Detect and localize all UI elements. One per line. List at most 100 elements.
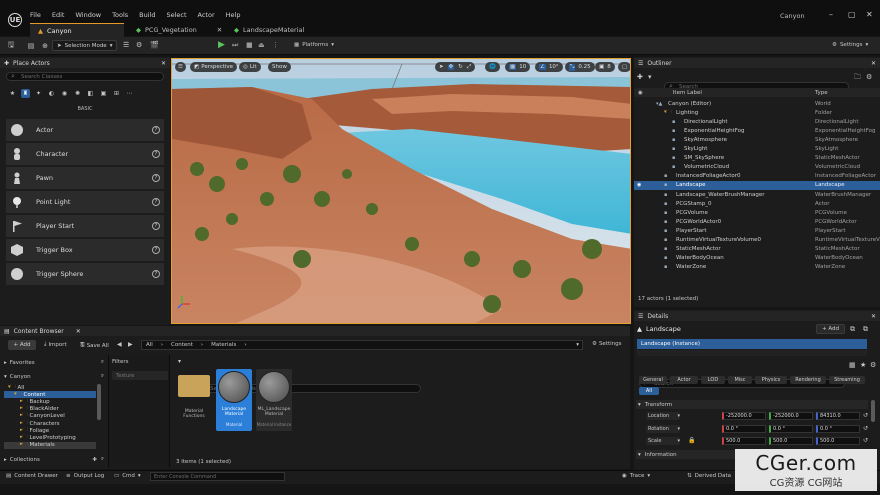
back-icon[interactable]: ◀ [117, 341, 122, 348]
menu-build[interactable]: Build [139, 11, 155, 19]
transform-section-header[interactable]: ▾ Transform [636, 400, 868, 409]
add-component-button[interactable]: + Add [816, 324, 845, 334]
details-tab-misc[interactable]: Misc [728, 376, 752, 384]
component-instance-row[interactable]: Landscape (Instance) [637, 339, 867, 349]
reset-icon[interactable]: ↺ [863, 412, 868, 419]
level-viewport[interactable]: ☰ ◩ Perspective ◎ Lit Show ➤ ✥ ↻ ⤢ 🌐 ▦ 1… [171, 58, 631, 324]
folder-tree-item[interactable]: ▸🗀 Characters [4, 420, 96, 427]
folder-add-icon[interactable]: 🗀 [854, 73, 861, 84]
gear-icon[interactable]: ⚙ [870, 361, 876, 369]
transform-y-field[interactable]: 500.0 [769, 437, 813, 445]
transform-y-field[interactable]: 0.0 ° [769, 424, 813, 433]
outliner-row[interactable]: ▪ ExponentialHeightFog ExponentialHeightFo… [634, 126, 880, 135]
folder-tree-item[interactable]: ▸🗀 Materials [4, 441, 96, 449]
chevron-down-icon[interactable]: ▾ [576, 342, 579, 348]
forward-icon[interactable]: ▶ [128, 341, 133, 348]
shapes-icon[interactable]: ◐ [47, 89, 56, 98]
material-asset[interactable]: ML_Landscape Material Material Instance [256, 369, 292, 431]
tab-close-icon[interactable]: ✕ [217, 26, 222, 34]
reset-icon[interactable]: ↺ [863, 425, 868, 432]
minimize-icon[interactable]: – [829, 10, 833, 19]
gear-icon[interactable]: ⚙ [866, 73, 872, 81]
texture-filter-chip[interactable]: Texture [112, 371, 168, 380]
menu-tools[interactable]: Tools [112, 11, 128, 19]
close-icon[interactable]: ✕ [866, 10, 873, 19]
search-icon[interactable]: ⌕ [101, 373, 104, 380]
breadcrumb-content[interactable]: Content [171, 342, 193, 348]
search-icon[interactable]: ⌕ [101, 456, 104, 463]
project-section[interactable]: ▾ Canyon ⌕ [4, 372, 104, 381]
play-icon[interactable]: ▶ [218, 40, 225, 50]
cmd-dropdown[interactable]: ▭ Cmd ▾ [114, 473, 141, 479]
close-icon[interactable]: ✕ [76, 328, 81, 335]
menu-edit[interactable]: Edit [52, 11, 65, 19]
folder-tree-item[interactable]: ▸🗀 LevelPrototyping [4, 434, 96, 441]
help-icon[interactable]: ? [152, 222, 160, 230]
rotate-tool-icon[interactable]: ↻ [458, 64, 463, 70]
reset-icon[interactable]: ↺ [863, 437, 868, 444]
tab-pcg-vegetation[interactable]: ◆ PCG_Vegetation ✕ [128, 23, 230, 37]
scale-tool-icon[interactable]: ⤢ [467, 64, 471, 71]
step-icon[interactable]: ⏭ [232, 41, 238, 50]
help-icon[interactable]: ? [152, 174, 160, 182]
details-scrollbar[interactable] [871, 400, 875, 422]
transform-location-dropdown[interactable]: Location ▾ [646, 412, 680, 420]
add-actor-icon[interactable]: ⊕ [40, 41, 50, 51]
menu-file[interactable]: File [30, 11, 41, 19]
actor-item-trigger-sphere[interactable]: Trigger Sphere ? [6, 263, 164, 285]
tab-canyon[interactable]: ▲ Canyon [30, 23, 124, 37]
lit-button[interactable]: ◎ Lit [239, 62, 261, 72]
outliner-row[interactable]: ▪ PlayerStart PlayerStart [634, 226, 880, 235]
filter-icon[interactable]: ▾ [178, 358, 181, 365]
cinematics-icon[interactable]: 🎬 [150, 41, 159, 49]
actor-item-point-light[interactable]: Point Light ? [6, 191, 164, 213]
actor-item-character[interactable]: Character ? [6, 143, 164, 165]
outliner-row[interactable]: ▪ StaticMeshActor StaticMeshActor [634, 245, 880, 254]
outliner-row[interactable]: ▪ InstancedFoliageActor0 InstancedFoliageA… [634, 172, 880, 181]
transform-x-field[interactable]: -252000.0 [722, 412, 766, 420]
add-icon[interactable]: ✚ [92, 457, 97, 463]
details-tab-actor[interactable]: Actor [670, 376, 698, 384]
blueprint-convert-icon[interactable]: ⧉ [863, 325, 868, 334]
outliner-row[interactable]: ▪ PCGStamp_0 Actor [634, 199, 880, 208]
search-classes-input[interactable]: Search Classes [6, 72, 164, 81]
transform-x-field[interactable]: 0.0 ° [722, 424, 766, 433]
folder-asset[interactable]: Material Functions [176, 369, 212, 431]
visibility-eye-icon[interactable]: ◉ [637, 182, 641, 188]
details-tab-general[interactable]: General [639, 376, 667, 384]
viewport-layout-icon[interactable]: ▢ [618, 62, 630, 72]
output-log-button[interactable]: ≡ Output Log [66, 473, 104, 479]
lock-icon[interactable]: 🔒 [688, 437, 695, 444]
menu-actor[interactable]: Actor [198, 11, 215, 19]
camera-speed-button[interactable]: ▣ 8 [595, 62, 615, 72]
stop-icon[interactable]: ■ [246, 41, 253, 49]
transform-z-field[interactable]: 0.0 ° [816, 424, 860, 433]
help-icon[interactable]: ? [152, 270, 160, 278]
folder-tree-item[interactable]: ▸🗀 Foliage [4, 427, 96, 434]
folder-tree-item[interactable]: ▾🗀 Content [4, 391, 96, 399]
details-tab-rendering[interactable]: Rendering [790, 376, 826, 384]
actor-item-player-start[interactable]: Player Start ? [6, 215, 164, 237]
help-icon[interactable]: ? [152, 246, 160, 254]
star-icon[interactable]: ★ [860, 361, 866, 369]
save-icon[interactable]: 🖫 [6, 40, 16, 51]
close-icon[interactable]: ✕ [871, 313, 876, 320]
menu-window[interactable]: Window [75, 11, 101, 19]
item-label-column[interactable]: Item Label [673, 90, 702, 96]
outliner-row[interactable]: ▪ SkyAtmosphere SkyAtmosphere [634, 135, 880, 144]
transform-z-field[interactable]: 84310.0 [816, 412, 860, 420]
outliner-row[interactable]: ▪ RuntimeVirtualTextureVolume0 RuntimeVirt… [634, 236, 880, 245]
grid-snap-button[interactable]: ▦ 10 [505, 62, 531, 72]
lights-icon[interactable]: ✦ [34, 89, 43, 98]
outliner-row[interactable]: ▪ WaterZone WaterZone [634, 263, 880, 272]
close-icon[interactable]: ✕ [871, 60, 876, 67]
world-local-toggle-icon[interactable]: 🌐 [485, 62, 500, 72]
help-icon[interactable]: ? [152, 150, 160, 158]
transform-x-field[interactable]: 500.0 [722, 437, 766, 445]
folder-tree-item[interactable]: ▸🗀 Backup [4, 398, 96, 405]
details-tab-physics[interactable]: Physics [755, 376, 787, 384]
details-tab-streaming[interactable]: Streaming [829, 376, 865, 384]
actor-item-actor[interactable]: Actor ? [6, 119, 164, 141]
console-command-input[interactable]: Enter Console Command [150, 472, 285, 481]
actor-item-trigger-box[interactable]: Trigger Box ? [6, 239, 164, 261]
